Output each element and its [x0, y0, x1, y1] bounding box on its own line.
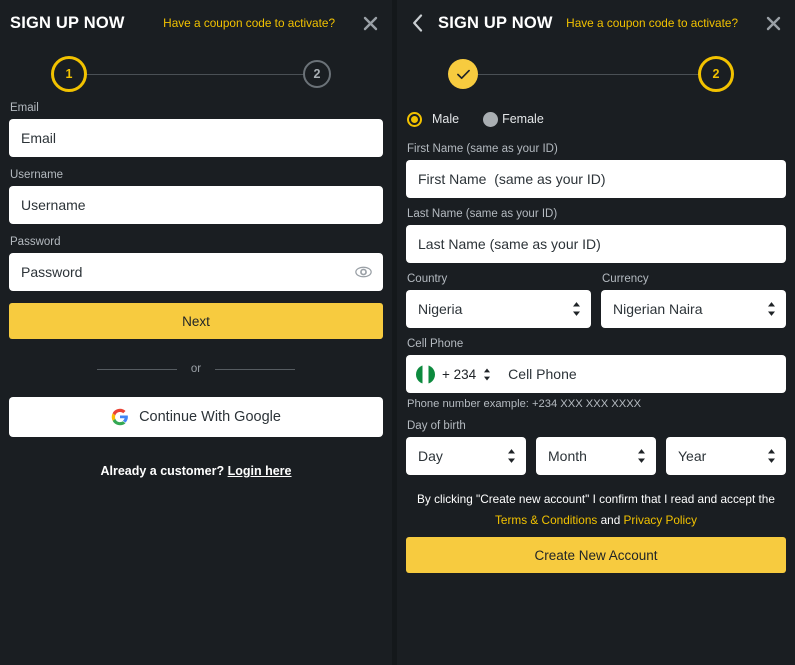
gender-radio-group: Male Female [407, 105, 786, 133]
email-field-group: Email [9, 102, 383, 157]
panel-header-step2: SIGN UP NOW Have a coupon code to activa… [406, 0, 786, 46]
dob-month-wrapper: Month [536, 437, 656, 475]
currency-select-value: Nigerian Naira [613, 301, 702, 317]
google-g-icon [111, 408, 129, 426]
first-name-input[interactable] [406, 160, 786, 198]
progress-stepper-step1: 1 2 [9, 46, 331, 102]
step-connector-line [85, 74, 305, 75]
dob-year-select[interactable]: Year [666, 437, 786, 475]
cell-phone-placeholder[interactable]: Cell Phone [508, 366, 577, 382]
signup-screen: SIGN UP NOW Have a coupon code to activa… [0, 0, 795, 665]
login-here-link[interactable]: Login here [228, 464, 292, 478]
chevron-updown-icon [572, 302, 581, 317]
dob-month-select[interactable]: Month [536, 437, 656, 475]
step-indicator-1[interactable]: 1 [51, 56, 87, 92]
terms-prefix: By clicking "Create new account" I confi… [406, 489, 786, 510]
cell-phone-input-wrapper[interactable]: + 234 Cell Phone [406, 355, 786, 393]
page-title-step2: SIGN UP NOW [438, 14, 553, 33]
password-field-group: Password [9, 236, 383, 291]
currency-field-group: Currency Nigerian Naira [601, 273, 786, 328]
radio-male[interactable] [407, 112, 422, 127]
last-name-label: Last Name (same as your ID) [407, 208, 786, 220]
dob-label: Day of birth [407, 420, 786, 432]
continue-with-google-button[interactable]: Continue With Google [9, 397, 383, 437]
privacy-policy-link[interactable]: Privacy Policy [624, 513, 697, 527]
dial-code-value: + 234 [442, 367, 476, 382]
first-name-label: First Name (same as your ID) [407, 143, 786, 155]
or-label: or [191, 363, 201, 375]
first-name-field-group: First Name (same as your ID) [406, 143, 786, 198]
step-indicator-2-active[interactable]: 2 [698, 56, 734, 92]
dob-year-wrapper: Year [666, 437, 786, 475]
chevron-updown-icon[interactable] [483, 368, 491, 381]
password-input[interactable] [9, 253, 383, 291]
divider-line-right [215, 369, 295, 370]
username-input[interactable] [9, 186, 383, 224]
next-button[interactable]: Next [9, 303, 383, 339]
close-icon[interactable] [357, 10, 383, 36]
dob-day-select[interactable]: Day [406, 437, 526, 475]
phone-format-hint: Phone number example: +234 XXX XXX XXXX [407, 398, 786, 410]
terms-acceptance-text: By clicking "Create new account" I confi… [406, 489, 786, 531]
currency-label: Currency [602, 273, 786, 285]
dob-day-wrapper: Day [406, 437, 526, 475]
username-field-group: Username [9, 169, 383, 224]
login-prompt-text: Already a customer? [100, 464, 227, 478]
dob-day-value: Day [418, 448, 443, 464]
radio-male-label: Male [432, 112, 459, 126]
signup-panel-step2: SIGN UP NOW Have a coupon code to activa… [397, 0, 795, 665]
dob-month-value: Month [548, 448, 587, 464]
terms-conjunction: and [597, 513, 623, 527]
step-connector-line-step2 [476, 74, 700, 75]
radio-female-label: Female [502, 112, 544, 126]
cell-phone-label: Cell Phone [407, 338, 786, 350]
chevron-updown-icon [767, 302, 776, 317]
username-label: Username [10, 169, 383, 181]
login-prompt: Already a customer? Login here [9, 464, 383, 478]
last-name-input[interactable] [406, 225, 786, 263]
create-new-account-button[interactable]: Create New Account [406, 537, 786, 573]
country-currency-row: Country Nigeria Currency Nigerian Naira [406, 273, 786, 328]
coupon-code-link[interactable]: Have a coupon code to activate? [163, 16, 335, 30]
password-label: Password [10, 236, 383, 248]
currency-select[interactable]: Nigerian Naira [601, 290, 786, 328]
google-button-label: Continue With Google [139, 409, 281, 425]
country-select-value: Nigeria [418, 301, 462, 317]
dob-year-value: Year [678, 448, 706, 464]
page-title: SIGN UP NOW [10, 14, 125, 33]
divider-line-left [97, 369, 177, 370]
eye-icon[interactable] [355, 266, 372, 278]
terms-links-row: Terms & Conditions and Privacy Policy [406, 510, 786, 531]
or-divider: or [9, 363, 383, 375]
email-label: Email [10, 102, 383, 114]
dob-selects-row: Day Month [406, 437, 786, 475]
country-label: Country [407, 273, 591, 285]
country-field-group: Country Nigeria [406, 273, 591, 328]
dob-field-group: Day of birth Day Mo [406, 420, 786, 475]
panel-header-step1: SIGN UP NOW Have a coupon code to activa… [9, 0, 383, 46]
chevron-updown-icon [767, 449, 776, 464]
radio-female[interactable] [483, 112, 498, 127]
cell-phone-field-group: Cell Phone + 234 Cell Phone Phone number… [406, 338, 786, 410]
country-select[interactable]: Nigeria [406, 290, 591, 328]
terms-and-conditions-link[interactable]: Terms & Conditions [495, 513, 597, 527]
progress-stepper-step2: 2 [406, 46, 734, 102]
close-icon-step2[interactable] [760, 10, 786, 36]
chevron-left-icon[interactable] [408, 12, 426, 34]
chevron-updown-icon [507, 449, 516, 464]
nigeria-flag-icon [416, 365, 435, 384]
password-input-wrapper [9, 253, 383, 291]
step-indicator-1-completed[interactable] [448, 59, 478, 89]
step-indicator-2[interactable]: 2 [303, 60, 331, 88]
chevron-updown-icon [637, 449, 646, 464]
signup-panel-step1: SIGN UP NOW Have a coupon code to activa… [0, 0, 392, 665]
email-input[interactable] [9, 119, 383, 157]
last-name-field-group: Last Name (same as your ID) [406, 208, 786, 263]
coupon-code-link-step2[interactable]: Have a coupon code to activate? [566, 16, 738, 30]
create-account-wrapper: Create New Account [406, 537, 786, 573]
check-icon [457, 69, 470, 80]
